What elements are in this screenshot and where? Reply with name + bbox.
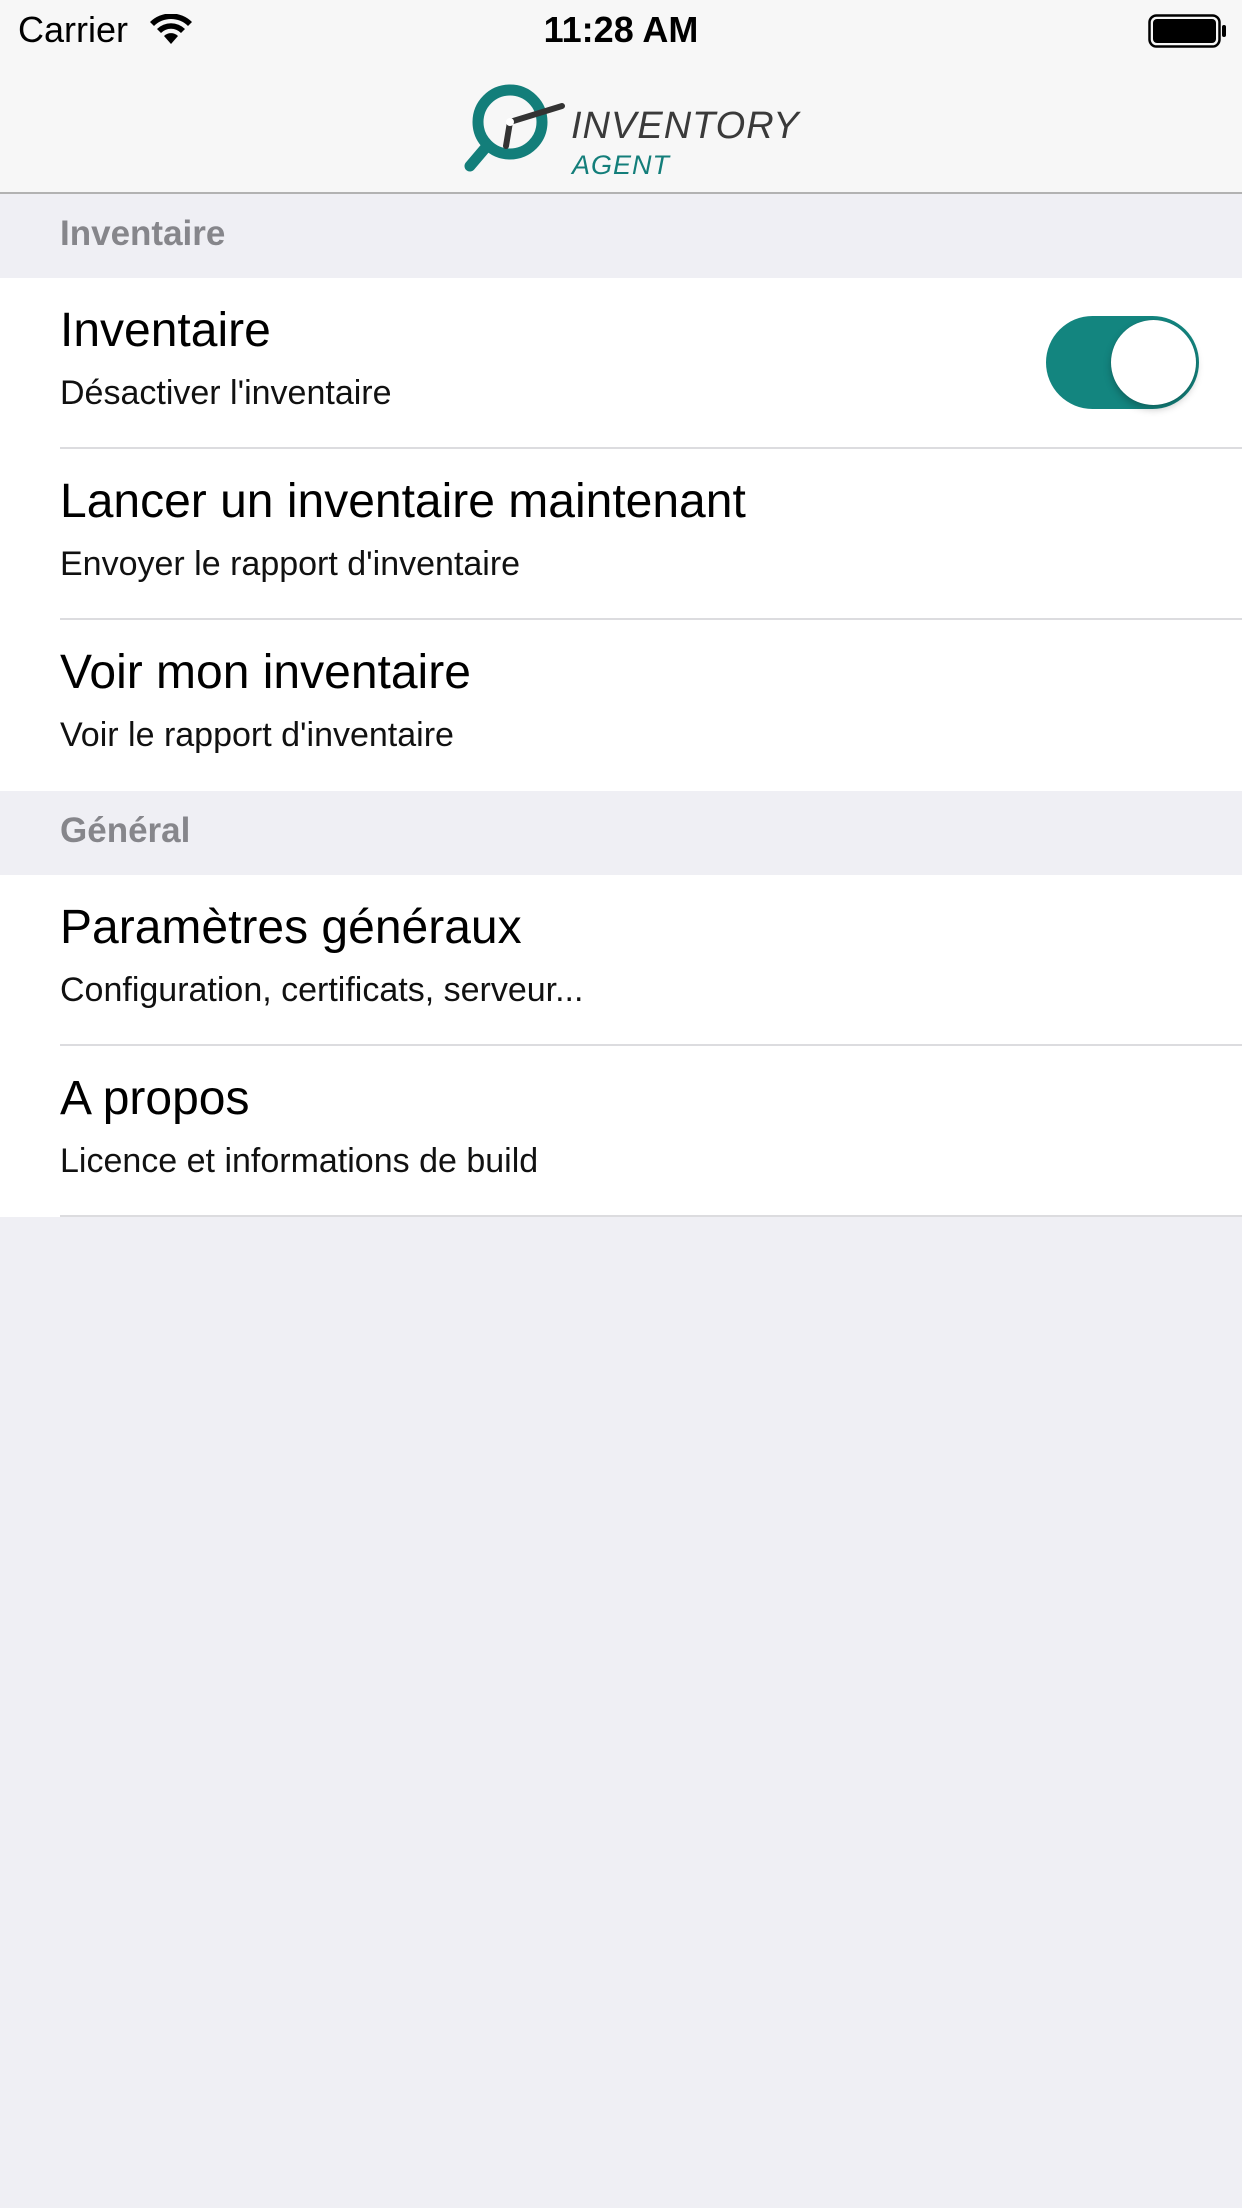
section-header-label: Inventaire	[60, 214, 226, 253]
magnifier-clock-logo-icon	[464, 84, 565, 172]
cell-title: A propos	[60, 1072, 250, 1125]
cell-title: Voir mon inventaire	[60, 646, 471, 699]
inventaire-toggle-switch[interactable]	[1046, 316, 1199, 409]
inventaire-group: Inventaire Désactiver l'inventaire Lance…	[0, 278, 1242, 791]
logo-text-agent: AGENT	[572, 150, 671, 180]
section-header-inventaire: Inventaire	[0, 194, 1242, 278]
cell-title: Lancer un inventaire maintenant	[60, 475, 746, 528]
cell-subtitle: Voir le rapport d'inventaire	[60, 716, 454, 754]
cell-lancer-inventaire[interactable]: Lancer un inventaire maintenant Envoyer …	[0, 449, 1242, 620]
section-header-label: Général	[60, 811, 191, 850]
battery-full-icon	[1148, 14, 1226, 48]
cell-subtitle: Licence et informations de build	[60, 1142, 539, 1180]
cell-subtitle: Envoyer le rapport d'inventaire	[60, 545, 521, 583]
cell-subtitle: Désactiver l'inventaire	[60, 374, 392, 412]
app-logo: INVENTORY AGENT	[462, 80, 799, 190]
logo-text-inventory: INVENTORY	[571, 105, 800, 147]
cell-title: Inventaire	[60, 304, 271, 357]
toggle-knob	[1111, 320, 1196, 405]
status-time: 11:28 AM	[543, 9, 699, 50]
cell-title: Paramètres généraux	[60, 901, 522, 954]
cell-inventaire-toggle[interactable]: Inventaire Désactiver l'inventaire	[0, 278, 1242, 449]
cell-parametres-generaux[interactable]: Paramètres généraux Configuration, certi…	[0, 875, 1242, 1046]
section-header-general: Général	[0, 791, 1242, 875]
cell-voir-inventaire[interactable]: Voir mon inventaire Voir le rapport d'in…	[0, 620, 1242, 791]
navigation-bar: INVENTORY AGENT	[0, 60, 1242, 194]
general-group: Paramètres généraux Configuration, certi…	[0, 875, 1242, 1217]
cell-subtitle: Configuration, certificats, serveur...	[60, 971, 584, 1009]
status-bar: Carrier 11:28 AM	[0, 0, 1242, 60]
cell-a-propos[interactable]: A propos Licence et informations de buil…	[0, 1046, 1242, 1217]
cell-separator	[60, 1215, 1242, 1217]
